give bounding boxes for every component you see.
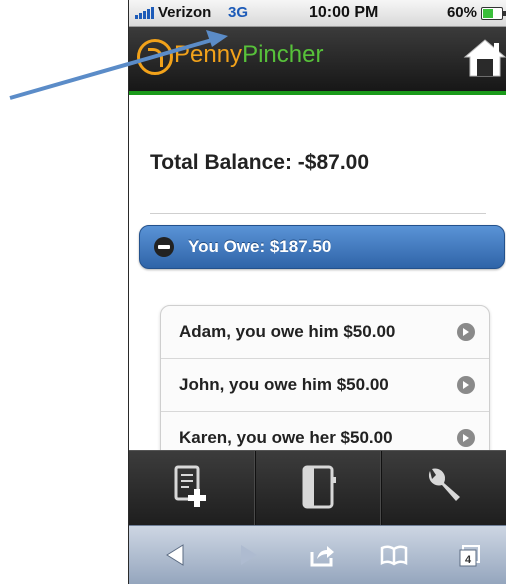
tabs-count: 4	[465, 554, 472, 566]
home-button[interactable]	[463, 37, 506, 79]
total-balance: Total Balance: -$87.00	[150, 151, 370, 174]
you-owe-label: You Owe: $187.50	[188, 237, 332, 256]
chevron-right-icon	[457, 323, 475, 341]
list-item[interactable]: John, you owe him $50.00	[161, 359, 489, 412]
bookmarks-icon	[380, 545, 408, 566]
battery-icon	[481, 7, 506, 20]
status-bar: Verizon 3G 10:00 PM 60%	[129, 0, 506, 27]
collapse-minus-icon	[154, 237, 174, 257]
list-item-label: Adam, you owe him $50.00	[179, 322, 396, 341]
settings-button[interactable]	[381, 451, 506, 526]
notebook-icon	[302, 465, 336, 509]
main-content: Total Balance: -$87.00 You Owe: $187.50 …	[129, 95, 506, 466]
network-type: 3G	[228, 4, 249, 21]
logo-icon	[137, 39, 173, 75]
phone-screen: Verizon 3G 10:00 PM 60% PennyPincher Tot…	[128, 0, 506, 584]
wrench-icon	[428, 468, 460, 501]
add-transaction-button[interactable]	[129, 451, 256, 526]
app-header: PennyPincher	[129, 27, 506, 95]
app-toolbar	[129, 450, 506, 526]
home-icon	[463, 39, 506, 77]
clock: 10:00 PM	[309, 4, 379, 21]
ledger-button[interactable]	[255, 451, 382, 526]
battery-percent: 60%	[446, 4, 477, 21]
list-item-label: John, you owe him $50.00	[179, 375, 389, 394]
browser-forward-button[interactable]	[233, 540, 263, 570]
list-item[interactable]: Adam, you owe him $50.00	[161, 306, 489, 359]
browser-share-button[interactable]	[307, 540, 337, 570]
back-arrow-icon	[166, 544, 184, 566]
forward-arrow-icon	[241, 545, 257, 565]
chevron-right-icon	[457, 429, 475, 447]
signal-strength-icon	[135, 7, 155, 19]
app-logo-text: PennyPincher	[174, 41, 323, 69]
you-owe-collapsible-header[interactable]: You Owe: $187.50	[139, 225, 505, 269]
brand-part-2: Pincher	[242, 41, 324, 68]
browser-toolbar: 4	[129, 525, 506, 584]
add-document-icon	[174, 465, 206, 507]
browser-tabs-button[interactable]: 4	[455, 540, 485, 570]
carrier-name: Verizon	[158, 4, 212, 21]
tabs-icon: 4	[459, 545, 480, 567]
brand-part-1: Penny	[174, 41, 243, 68]
debt-list: Adam, you owe him $50.00 John, you owe h…	[160, 305, 490, 466]
browser-back-button[interactable]	[161, 540, 191, 570]
divider	[150, 213, 486, 214]
browser-bookmarks-button[interactable]	[379, 540, 409, 570]
share-icon	[310, 546, 334, 567]
list-item-label: Karen, you owe her $50.00	[179, 428, 393, 447]
chevron-right-icon	[457, 376, 475, 394]
